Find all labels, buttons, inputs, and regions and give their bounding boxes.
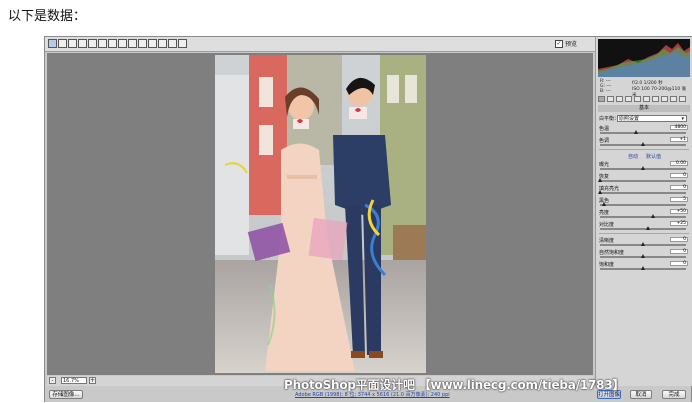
- white-balance-label: 白平衡：: [599, 116, 620, 122]
- auto-link[interactable]: 自动: [628, 153, 638, 160]
- slider-track[interactable]: [600, 226, 686, 230]
- preferences-icon[interactable]: [158, 39, 167, 48]
- slider-value-field[interactable]: +50: [670, 209, 688, 214]
- slider-label: 填充亮光: [599, 186, 620, 192]
- slider-track[interactable]: [600, 254, 686, 258]
- slider-value-field[interactable]: 0.00: [670, 161, 688, 166]
- slider-track[interactable]: [600, 214, 686, 218]
- slider-track[interactable]: [600, 142, 686, 146]
- wedding-photo: [215, 55, 426, 373]
- histogram-graph: [598, 43, 690, 77]
- tab-basic-icon[interactable]: [598, 96, 605, 102]
- cancel-button[interactable]: 取消: [630, 390, 652, 399]
- slider-label: 清晰度: [599, 238, 615, 244]
- divider: [599, 149, 689, 150]
- slider-track[interactable]: [600, 202, 686, 206]
- graduated-filter-icon[interactable]: [148, 39, 157, 48]
- slider-thumb[interactable]: [641, 254, 645, 258]
- slider-value-field[interactable]: +1: [670, 137, 688, 142]
- zoom-icon[interactable]: [48, 39, 57, 48]
- slider-track[interactable]: [600, 166, 686, 170]
- color-sampler-icon[interactable]: [78, 39, 87, 48]
- image-canvas[interactable]: [47, 53, 593, 375]
- done-button[interactable]: 完成: [662, 390, 686, 399]
- slider-value-field[interactable]: 0: [670, 173, 688, 178]
- slider-label: 色温: [599, 126, 610, 132]
- tab-split-toning-icon[interactable]: [634, 96, 641, 102]
- rotate-cw-icon[interactable]: [178, 39, 187, 48]
- white-balance-row: 白平衡： 原照设置 ▾: [599, 115, 689, 123]
- slider-value-field[interactable]: 0: [670, 261, 688, 266]
- slider-track[interactable]: [598, 190, 686, 194]
- red-eye-icon[interactable]: [128, 39, 137, 48]
- preview-checkbox[interactable]: ✓ 预览: [554, 39, 577, 48]
- tab-snapshots-icon[interactable]: [679, 96, 686, 102]
- crop-icon[interactable]: [98, 39, 107, 48]
- readout: R: --- G: --- B: --- f/2.0 1/200 秒 ISO 1…: [598, 79, 690, 98]
- white-balance-select[interactable]: 原照设置 ▾: [617, 115, 687, 122]
- panel-tabs: [598, 95, 690, 103]
- white-balance-value: 原照设置: [619, 116, 640, 122]
- tab-detail-icon[interactable]: [616, 96, 623, 102]
- slider-thumb[interactable]: [634, 130, 639, 134]
- slider-value-field[interactable]: 0: [670, 237, 688, 242]
- tab-effects-icon[interactable]: [652, 96, 659, 102]
- slider-thumb[interactable]: [602, 202, 607, 206]
- slider-thumb[interactable]: [641, 242, 645, 246]
- slider-thumb[interactable]: [641, 142, 645, 146]
- slider-value-field[interactable]: 5: [670, 197, 688, 202]
- hand-icon[interactable]: [58, 39, 67, 48]
- photo-image: [215, 55, 426, 373]
- slider-track[interactable]: [598, 178, 686, 182]
- slider-thumb[interactable]: [651, 214, 656, 218]
- zoom-level-field[interactable]: 16.7%: [61, 377, 87, 384]
- tab-calibration-icon[interactable]: [661, 96, 668, 102]
- save-image-button[interactable]: 存储图像...: [49, 390, 83, 399]
- preview-label: 预览: [564, 41, 577, 48]
- divider: [599, 233, 689, 234]
- rotate-ccw-icon[interactable]: [168, 39, 177, 48]
- tab-tone-curve-icon[interactable]: [607, 96, 614, 102]
- spot-removal-icon[interactable]: [118, 39, 127, 48]
- slider-value-field[interactable]: 0: [670, 185, 688, 190]
- slider-label: 饱和度: [599, 262, 615, 268]
- slider-label: 对比度: [599, 222, 615, 228]
- straighten-icon[interactable]: [108, 39, 117, 48]
- checkbox-icon[interactable]: ✓: [554, 39, 563, 48]
- slider-value-field[interactable]: 4800: [670, 125, 688, 130]
- slider-label: 自然饱和度: [599, 250, 625, 256]
- slider-value-field[interactable]: 0: [670, 249, 688, 254]
- readout-b: B: ---: [600, 89, 611, 94]
- page-caption: 以下是数据：: [8, 9, 87, 24]
- adjustment-brush-icon[interactable]: [138, 39, 147, 48]
- tab-hsl-icon[interactable]: [625, 96, 632, 102]
- zoom-in-button[interactable]: +: [89, 377, 96, 384]
- camera-raw-window: ✓ 预览 - 16.7% + R: --- G: --- B: --- f/2.…: [44, 36, 692, 402]
- slider-thumb[interactable]: [598, 178, 602, 182]
- slider-thumb[interactable]: [641, 166, 645, 170]
- slider-label: 亮度: [599, 210, 610, 216]
- tab-presets-icon[interactable]: [670, 96, 677, 102]
- zoom-out-button[interactable]: -: [49, 377, 56, 384]
- watermark-text: PhotoShop平面设计吧 【www.linecg.com/tieba/178…: [284, 378, 625, 392]
- slider-label: 色调: [599, 138, 610, 144]
- slider-track[interactable]: [600, 242, 686, 246]
- slider-thumb[interactable]: [598, 190, 602, 194]
- panel-title: 基本: [598, 105, 690, 112]
- histogram: [598, 39, 690, 77]
- tab-lens-icon[interactable]: [643, 96, 650, 102]
- eyedropper-icon[interactable]: [68, 39, 77, 48]
- target-adjust-icon[interactable]: [88, 39, 97, 48]
- slider-track[interactable]: [600, 266, 686, 270]
- slider-thumb[interactable]: [646, 226, 651, 230]
- default-link[interactable]: 默认值: [646, 153, 661, 160]
- slider-value-field[interactable]: +25: [670, 221, 688, 226]
- slider-thumb[interactable]: [641, 266, 645, 270]
- slider-track[interactable]: [600, 130, 686, 134]
- adjustments-panel: R: --- G: --- B: --- f/2.0 1/200 秒 ISO 1…: [595, 37, 692, 386]
- slider-label: 曝光: [599, 162, 610, 168]
- chevron-down-icon: ▾: [681, 116, 684, 122]
